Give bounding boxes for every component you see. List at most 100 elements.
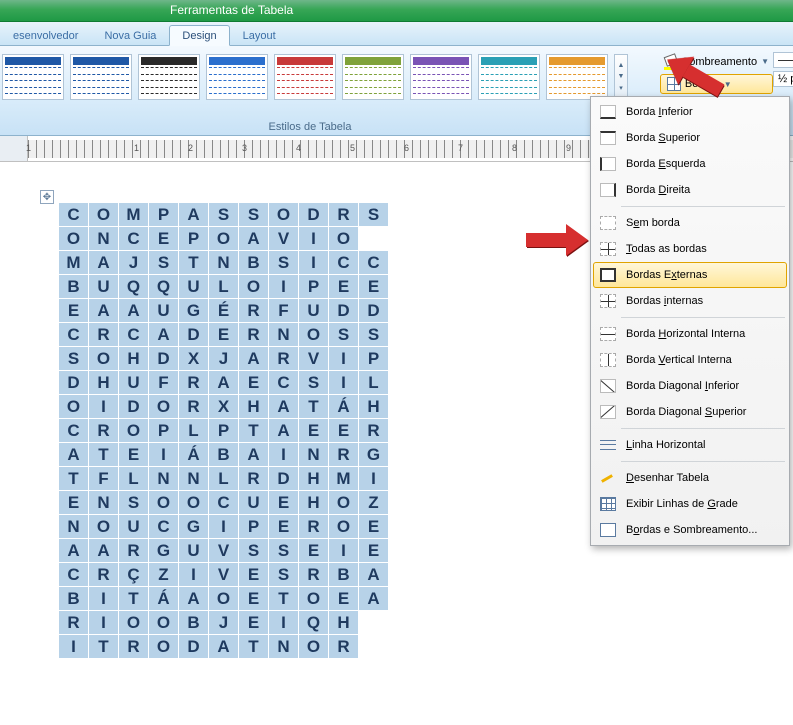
table-cell[interactable]: D — [359, 299, 389, 323]
table-cell[interactable]: O — [149, 491, 179, 515]
word-search-table[interactable]: COMPASSODRSONCEPOAVIOMAJSTNBSICCBUQQULOI… — [58, 202, 389, 659]
table-cell[interactable]: U — [179, 275, 209, 299]
table-cell[interactable]: A — [239, 227, 269, 251]
table-cell[interactable]: O — [149, 611, 179, 635]
table-cell[interactable]: N — [179, 467, 209, 491]
table-cell[interactable]: D — [59, 371, 89, 395]
table-cell[interactable]: R — [299, 563, 329, 587]
table-cell[interactable]: N — [269, 635, 299, 659]
table-cell[interactable]: G — [179, 299, 209, 323]
table-cell[interactable]: F — [89, 467, 119, 491]
table-cell[interactable]: R — [239, 323, 269, 347]
table-cell[interactable]: E — [299, 539, 329, 563]
table-cell[interactable]: L — [179, 419, 209, 443]
table-cell[interactable]: S — [239, 539, 269, 563]
table-cell[interactable]: O — [209, 587, 239, 611]
table-cell[interactable]: U — [149, 299, 179, 323]
table-cell[interactable]: U — [239, 491, 269, 515]
table-cell[interactable]: E — [299, 419, 329, 443]
table-style-thumb-6[interactable] — [410, 54, 472, 100]
table-cell[interactable]: N — [299, 443, 329, 467]
table-cell[interactable]: R — [359, 419, 389, 443]
table-cell[interactable]: S — [239, 203, 269, 227]
table-cell[interactable]: R — [299, 515, 329, 539]
table-cell[interactable]: D — [329, 299, 359, 323]
table-cell[interactable]: D — [149, 347, 179, 371]
table-cell[interactable]: E — [59, 299, 89, 323]
table-cell[interactable]: E — [359, 515, 389, 539]
table-cell[interactable]: E — [329, 275, 359, 299]
table-style-thumb-7[interactable] — [478, 54, 540, 100]
gallery-more-button[interactable]: ▲▼▾ — [614, 54, 628, 100]
table-cell[interactable]: Q — [119, 275, 149, 299]
table-cell[interactable]: A — [179, 587, 209, 611]
table-cell[interactable]: E — [329, 419, 359, 443]
table-cell[interactable]: O — [89, 347, 119, 371]
table-cell[interactable]: O — [89, 203, 119, 227]
table-cell[interactable]: P — [149, 419, 179, 443]
table-cell[interactable]: N — [89, 491, 119, 515]
table-cell[interactable]: V — [269, 227, 299, 251]
table-cell[interactable]: Q — [149, 275, 179, 299]
table-cell[interactable]: J — [209, 611, 239, 635]
table-cell[interactable]: O — [209, 227, 239, 251]
table-cell[interactable]: D — [269, 467, 299, 491]
table-cell[interactable]: I — [269, 275, 299, 299]
table-cell[interactable]: O — [89, 515, 119, 539]
table-cell[interactable]: A — [59, 443, 89, 467]
table-cell[interactable]: S — [119, 491, 149, 515]
table-cell[interactable]: I — [359, 467, 389, 491]
table-cell[interactable]: I — [59, 635, 89, 659]
table-cell[interactable]: R — [239, 299, 269, 323]
table-cell[interactable]: U — [89, 275, 119, 299]
table-cell[interactable]: P — [299, 275, 329, 299]
table-cell[interactable]: X — [209, 395, 239, 419]
table-cell[interactable]: R — [119, 635, 149, 659]
table-cell[interactable]: C — [59, 419, 89, 443]
table-cell[interactable]: U — [179, 539, 209, 563]
table-cell[interactable]: H — [329, 611, 359, 635]
tab-developer[interactable]: esenvolvedor — [0, 25, 91, 45]
table-cell[interactable]: E — [359, 275, 389, 299]
table-cell[interactable]: O — [329, 227, 359, 251]
table-cell[interactable]: P — [359, 347, 389, 371]
table-cell[interactable]: E — [269, 491, 299, 515]
table-cell[interactable]: Q — [299, 611, 329, 635]
table-cell[interactable]: T — [59, 467, 89, 491]
table-cell[interactable]: L — [209, 275, 239, 299]
table-cell[interactable]: B — [209, 443, 239, 467]
table-cell[interactable]: R — [179, 371, 209, 395]
table-cell[interactable]: D — [179, 635, 209, 659]
table-cell[interactable]: R — [329, 443, 359, 467]
table-style-thumb-0[interactable] — [2, 54, 64, 100]
table-cell[interactable]: X — [179, 347, 209, 371]
table-cell[interactable]: T — [269, 587, 299, 611]
table-cell[interactable]: C — [269, 371, 299, 395]
table-cell[interactable]: L — [209, 467, 239, 491]
table-cell[interactable]: A — [149, 323, 179, 347]
table-cell[interactable]: A — [59, 539, 89, 563]
menu-item-todas-bordas[interactable]: Todas as bordas — [593, 236, 787, 262]
table-cell[interactable]: G — [149, 539, 179, 563]
tab-design[interactable]: Design — [169, 25, 229, 46]
tab-nova-guia[interactable]: Nova Guia — [91, 25, 169, 45]
table-move-handle[interactable]: ✥ — [40, 190, 54, 204]
table-cell[interactable]: T — [89, 443, 119, 467]
table-cell[interactable]: N — [59, 515, 89, 539]
table-cell[interactable]: T — [239, 419, 269, 443]
table-cell[interactable]: S — [299, 371, 329, 395]
table-cell[interactable]: D — [119, 395, 149, 419]
menu-item-borda-superior[interactable]: Borda Superior — [593, 125, 787, 151]
table-cell[interactable]: I — [269, 611, 299, 635]
table-cell[interactable]: P — [209, 419, 239, 443]
table-cell[interactable]: D — [179, 323, 209, 347]
table-style-thumb-4[interactable] — [274, 54, 336, 100]
tab-layout[interactable]: Layout — [230, 25, 289, 45]
table-style-thumb-2[interactable] — [138, 54, 200, 100]
table-cell[interactable]: U — [299, 299, 329, 323]
table-cell[interactable]: S — [269, 563, 299, 587]
table-cell[interactable]: T — [89, 635, 119, 659]
table-cell[interactable]: O — [269, 203, 299, 227]
table-cell[interactable]: R — [59, 611, 89, 635]
table-cell[interactable]: Z — [359, 491, 389, 515]
